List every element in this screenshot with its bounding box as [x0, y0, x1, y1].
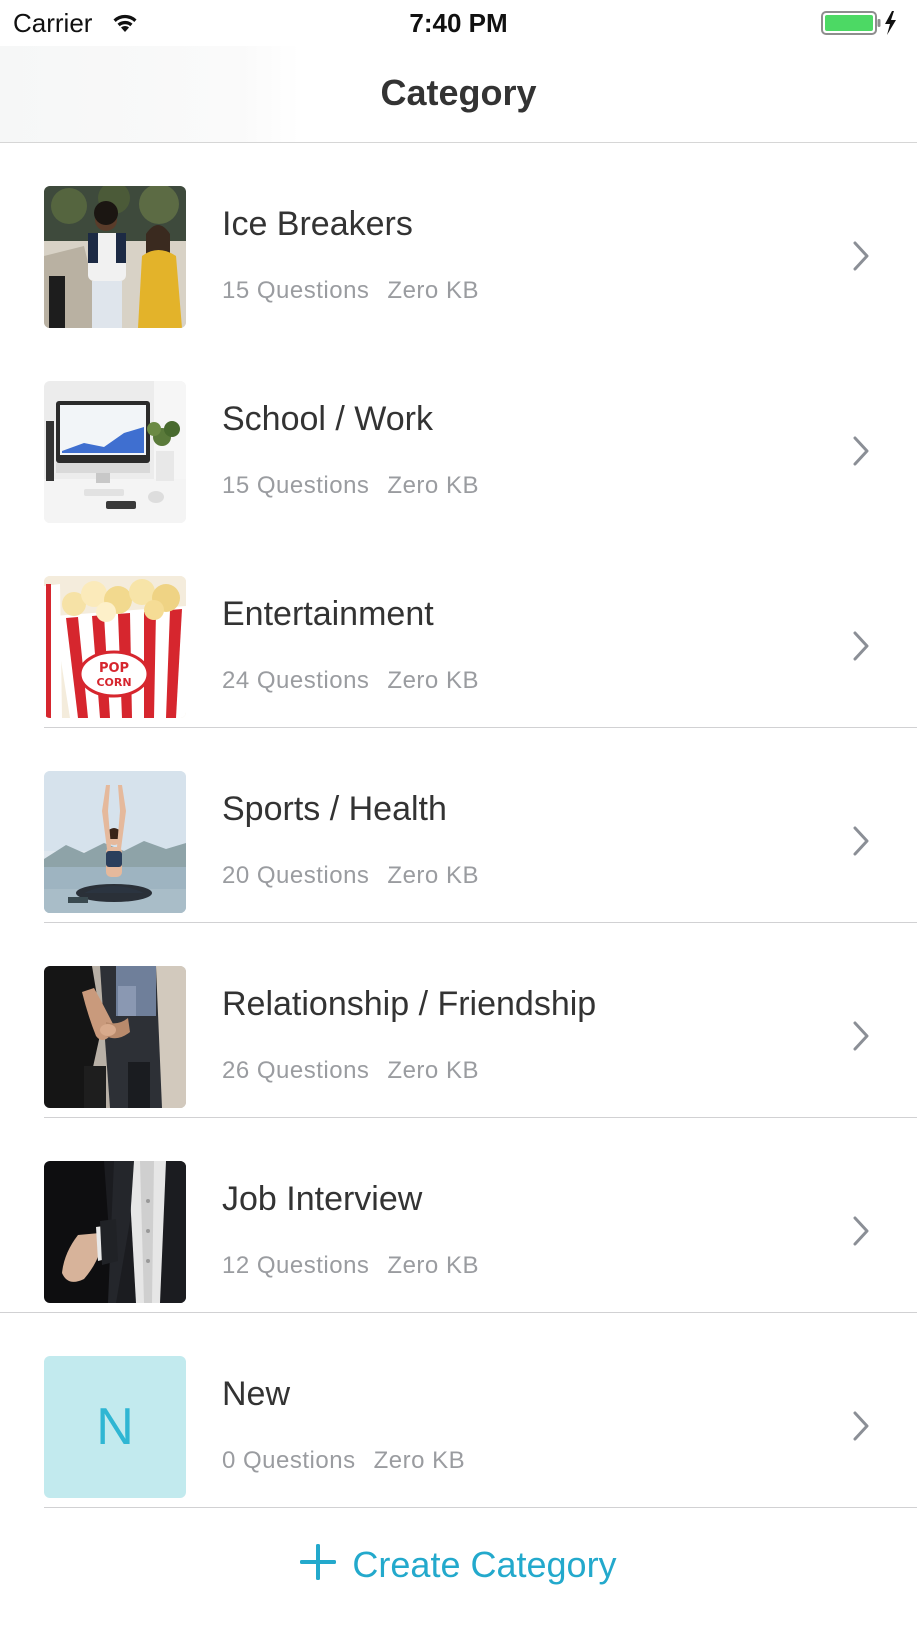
category-letter-tile: N — [44, 1356, 186, 1498]
battery-charging-icon — [821, 10, 899, 41]
category-thumbnail: POP CORN — [44, 576, 186, 718]
status-bar: Carrier 7:40 PM — [0, 0, 917, 46]
category-thumbnail — [44, 771, 186, 913]
category-thumbnail — [44, 186, 186, 328]
category-initial: N — [44, 1356, 186, 1498]
category-row-relationship-friendship[interactable]: Relationship / Friendship 26 Questions Ze… — [0, 923, 917, 1118]
category-size: Zero KB — [387, 277, 479, 304]
category-title: Relationship / Friendship — [222, 985, 597, 1023]
chevron-right-icon — [852, 240, 870, 277]
create-category-button[interactable]: Create Category — [0, 1523, 917, 1630]
category-row-entertainment[interactable]: POP CORN Entertainment 24 Questions Zero … — [0, 533, 917, 728]
category-size: Zero KB — [373, 1447, 466, 1474]
status-time: 7:40 PM — [409, 8, 508, 38]
category-row-sports-health[interactable]: Sports / Health 20 Questions Zero KB — [0, 728, 917, 923]
category-row-ice-breakers[interactable]: Ice Breakers 15 Questions Zero KB — [0, 143, 917, 338]
category-size: Zero KB — [387, 1057, 479, 1084]
chevron-right-icon — [852, 1215, 870, 1252]
question-count: 12 Questions — [222, 1252, 370, 1279]
category-size: Zero KB — [387, 1252, 479, 1279]
category-meta: 15 Questions Zero KB — [222, 277, 479, 305]
question-count: 15 Questions — [222, 472, 370, 499]
chevron-right-icon — [852, 1410, 870, 1447]
category-title: School / Work — [222, 400, 434, 438]
category-thumbnail — [44, 966, 186, 1108]
category-meta: 24 Questions Zero KB — [222, 667, 479, 695]
category-thumbnail — [44, 1161, 186, 1303]
category-size: Zero KB — [387, 667, 479, 694]
category-size: Zero KB — [387, 472, 479, 499]
chevron-right-icon — [852, 1020, 870, 1057]
category-meta: 12 Questions Zero KB — [222, 1252, 479, 1280]
question-count: 0 Questions — [222, 1447, 356, 1474]
category-title: Job Interview — [222, 1180, 423, 1218]
chevron-right-icon — [852, 435, 870, 472]
svg-text:POP: POP — [99, 661, 129, 676]
category-meta: 15 Questions Zero KB — [222, 472, 479, 500]
category-row-job-interview[interactable]: Job Interview 12 Questions Zero KB — [0, 1118, 917, 1313]
create-category-label: Create Category — [352, 1543, 617, 1585]
category-thumbnail — [44, 381, 186, 523]
category-row-new[interactable]: N New 0 Questions Zero KB — [0, 1313, 917, 1508]
category-title: Sports / Health — [222, 790, 447, 828]
category-meta: 0 Questions Zero KB — [222, 1447, 465, 1475]
category-size: Zero KB — [387, 862, 479, 889]
create-category-content: Create Category — [300, 1543, 617, 1586]
question-count: 24 Questions — [222, 667, 370, 694]
row-separator — [44, 1507, 917, 1508]
category-title: Entertainment — [222, 595, 434, 633]
category-title: New — [222, 1375, 291, 1413]
category-row-school-work[interactable]: School / Work 15 Questions Zero KB — [0, 338, 917, 533]
chevron-right-icon — [852, 825, 870, 862]
question-count: 26 Questions — [222, 1057, 370, 1084]
navigation-bar: Category — [0, 46, 917, 143]
category-meta: 26 Questions Zero KB — [222, 1057, 479, 1085]
plus-icon — [300, 1544, 337, 1585]
category-title: Ice Breakers — [222, 205, 413, 243]
question-count: 15 Questions — [222, 277, 370, 304]
category-meta: 20 Questions Zero KB — [222, 862, 479, 890]
page-title: Category — [380, 72, 537, 113]
category-list: Ice Breakers 15 Questions Zero KB School… — [0, 143, 917, 1508]
chevron-right-icon — [852, 630, 870, 667]
svg-text:CORN: CORN — [96, 676, 131, 689]
question-count: 20 Questions — [222, 862, 370, 889]
